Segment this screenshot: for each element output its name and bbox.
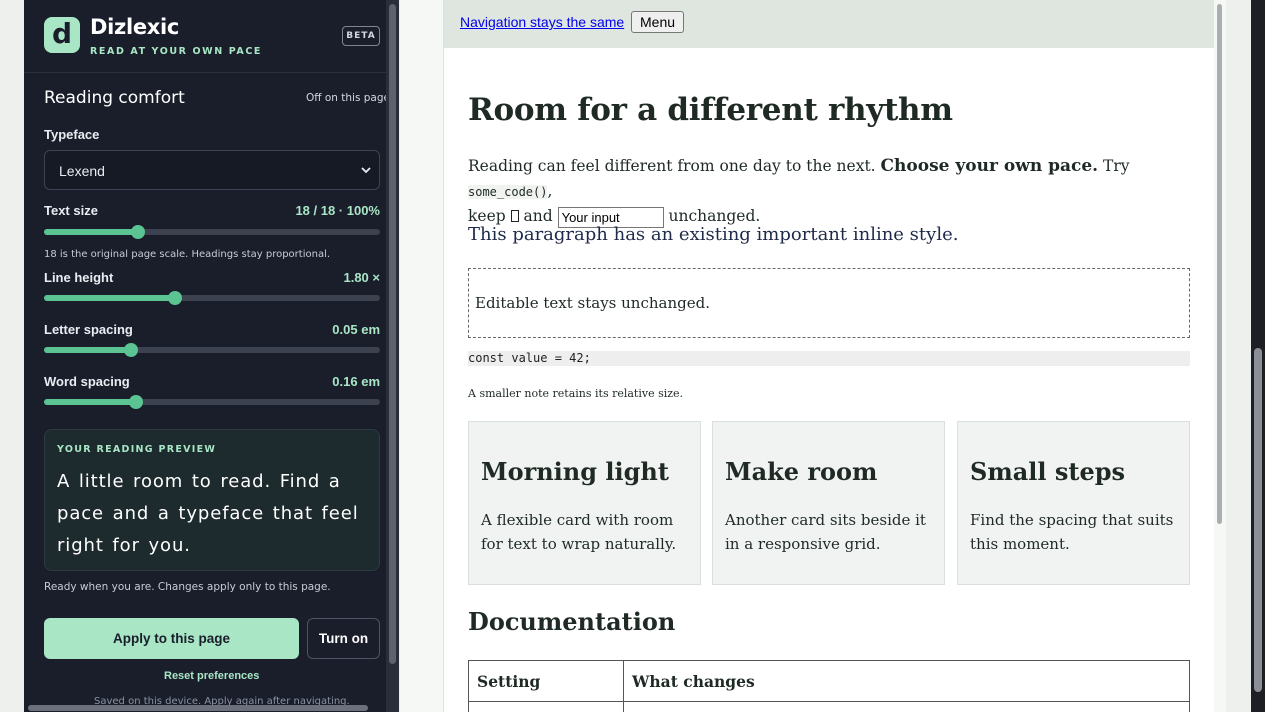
documentation-table: Setting What changes: [468, 660, 1190, 712]
word-spacing-label: Word spacing: [44, 374, 130, 389]
slider-fill: [44, 229, 139, 235]
page-status: Off on this page: [306, 92, 390, 104]
section-title: Reading comfort: [44, 88, 185, 108]
letter-spacing-value: 0.05 em: [332, 322, 380, 337]
apply-to-page-button[interactable]: Apply to this page: [44, 618, 299, 659]
checkbox-glyph: [510, 210, 519, 222]
panel-header: d Dizlexic READ AT YOUR OWN PACE BETA: [24, 0, 386, 73]
brand-name: Dizlexic: [90, 15, 180, 39]
card-body: Another card sits beside it in a respons…: [725, 511, 926, 553]
documentation-heading: Documentation: [468, 607, 676, 636]
table-cell: [468, 701, 624, 712]
letter-spacing-slider[interactable]: [44, 343, 380, 357]
slider-thumb[interactable]: [129, 395, 144, 409]
typeface-select[interactable]: Lexend: [44, 150, 380, 190]
slider-thumb[interactable]: [131, 225, 146, 239]
intro-text: keep: [468, 207, 511, 225]
page-scrollbar-thumb[interactable]: [1217, 4, 1222, 524]
page-scrollbar[interactable]: [1215, 0, 1225, 712]
table-row: [468, 701, 1190, 712]
reset-preferences-link[interactable]: Reset preferences: [164, 670, 259, 682]
panel-horizontal-scrollbar[interactable]: [28, 705, 368, 711]
intro-text: and: [518, 207, 558, 225]
panel-scrollbar-thumb[interactable]: [389, 4, 396, 664]
text-size-label: Text size: [44, 203, 98, 218]
card-morning-light: Morning light A flexible card with room …: [468, 421, 701, 585]
panel-scrollbar[interactable]: [386, 0, 399, 712]
page-frame: Navigation stays the same Menu Room for …: [400, 0, 1226, 712]
intro-text: ,: [547, 182, 553, 200]
preview-label: YOUR READING PREVIEW: [57, 444, 217, 455]
editable-region[interactable]: Editable text stays unchanged.: [468, 268, 1190, 338]
line-height-label: Line height: [44, 270, 114, 285]
word-spacing-value: 0.16 em: [332, 374, 380, 389]
line-height-value: 1.80 ×: [343, 270, 380, 285]
table-header-setting: Setting: [468, 660, 624, 702]
intro-bold: Choose your own pace.: [880, 156, 1099, 176]
reading-preview-card: YOUR READING PREVIEW A little room to re…: [44, 429, 380, 571]
table-header-what-changes: What changes: [623, 660, 1190, 702]
small-note: A smaller note retains its relative size…: [468, 387, 684, 400]
window-scrollbar[interactable]: [1251, 0, 1265, 712]
card-make-room: Make room Another card sits beside it in…: [712, 421, 945, 585]
slider-fill: [44, 295, 176, 301]
ready-note: Ready when you are. Changes apply only t…: [44, 581, 331, 593]
code-block: const value = 42;: [468, 351, 1190, 366]
important-paragraph: This paragraph has an existing important…: [468, 224, 959, 245]
slider-fill: [44, 399, 137, 405]
table-cell: [623, 701, 1190, 712]
table-header-row: Setting What changes: [468, 660, 1190, 702]
editable-text: Editable text stays unchanged.: [475, 294, 710, 312]
logo: d: [44, 17, 80, 53]
beta-badge: BETA: [342, 26, 380, 46]
text-size-slider[interactable]: [44, 225, 380, 239]
card-body: A flexible card with room for text to wr…: [481, 511, 677, 553]
navigation-link[interactable]: Navigation stays the same: [460, 14, 624, 30]
intro-text: unchanged.: [663, 207, 761, 225]
dizlexic-panel: d Dizlexic READ AT YOUR OWN PACE BETA Re…: [24, 0, 399, 712]
card-title: Small steps: [970, 457, 1126, 486]
chevron-down-icon: [361, 167, 371, 174]
text-size-value: 18 / 18 · 100%: [295, 203, 380, 218]
word-spacing-slider[interactable]: [44, 395, 380, 409]
slider-thumb[interactable]: [168, 291, 183, 305]
demo-page: Navigation stays the same Menu Room for …: [443, 0, 1214, 712]
page-heading: Room for a different rhythm: [468, 92, 953, 128]
menu-button[interactable]: Menu: [631, 11, 685, 33]
window-scrollbar-thumb[interactable]: [1254, 348, 1262, 692]
intro-paragraph: Reading can feel different from one day …: [468, 154, 1198, 229]
card-title: Morning light: [481, 457, 669, 486]
slider-thumb[interactable]: [124, 343, 139, 357]
card-small-steps: Small steps Find the spacing that suits …: [957, 421, 1190, 585]
letter-spacing-label: Letter spacing: [44, 322, 133, 337]
intro-text: Try: [1098, 157, 1130, 175]
intro-text: Reading can feel different from one day …: [468, 157, 881, 175]
preview-text: A little room to read. Find a pace and a…: [57, 471, 359, 556]
text-size-hint: 18 is the original page scale. Headings …: [44, 249, 331, 260]
card-body: Find the spacing that suits this moment.: [970, 511, 1174, 553]
slider-fill: [44, 347, 132, 353]
nav-bar: Navigation stays the same Menu: [444, 0, 1214, 48]
brand-tagline: READ AT YOUR OWN PACE: [90, 46, 263, 57]
inline-code: some_code(): [468, 185, 548, 199]
line-height-slider[interactable]: [44, 291, 380, 305]
turn-on-button[interactable]: Turn on: [307, 618, 380, 659]
typeface-value: Lexend: [59, 163, 105, 179]
typeface-label: Typeface: [44, 127, 100, 142]
card-title: Make room: [725, 457, 878, 486]
